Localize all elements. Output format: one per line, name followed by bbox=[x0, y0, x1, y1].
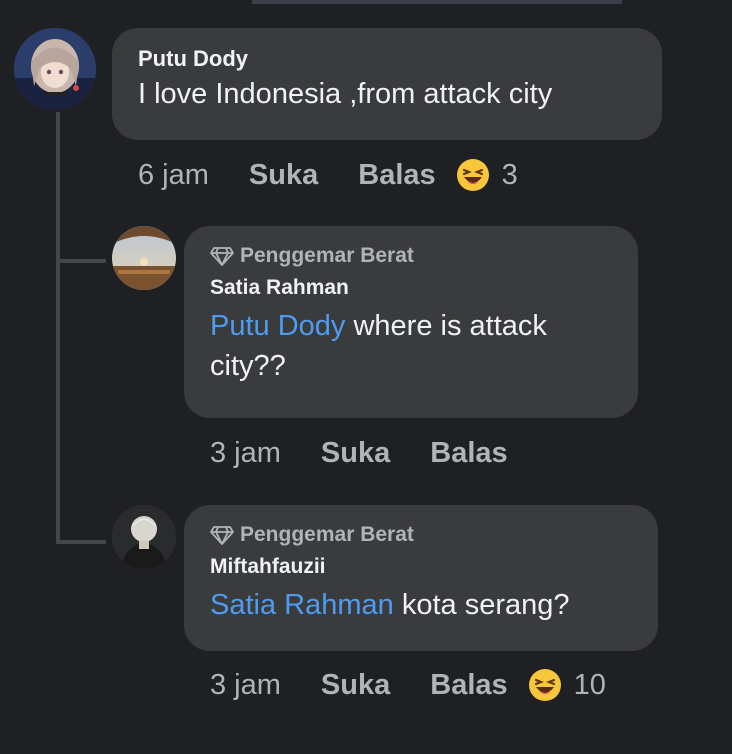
reaction-summary[interactable]: 10 bbox=[528, 668, 606, 702]
reply-text: Putu Dody where is attack city?? bbox=[210, 306, 612, 386]
reply-bubble: Penggemar Berat Miftahfauzii Satia Rahma… bbox=[184, 505, 658, 651]
reply-message: kota serang? bbox=[393, 589, 570, 621]
fan-badge: Penggemar Berat bbox=[210, 244, 612, 268]
reply-bubble: Penggemar Berat Satia Rahman Putu Dody w… bbox=[184, 226, 638, 418]
avatar[interactable] bbox=[14, 28, 96, 110]
laughing-emoji-icon bbox=[528, 669, 561, 701]
reply-actions: 3 jam Suka Balas bbox=[210, 437, 508, 470]
reaction-summary[interactable]: 3 bbox=[456, 158, 518, 192]
reaction-count: 10 bbox=[573, 668, 606, 701]
person-avatar-icon bbox=[112, 505, 176, 569]
avatar[interactable] bbox=[112, 226, 176, 290]
comment-thread: Putu Dody I love Indonesia ,from attack … bbox=[0, 0, 732, 754]
comment-bubble: Putu Dody I love Indonesia ,from attack … bbox=[112, 28, 662, 140]
avatar[interactable] bbox=[112, 505, 176, 569]
reply-author[interactable]: Satia Rahman bbox=[210, 276, 612, 300]
mention-link[interactable]: Satia Rahman bbox=[210, 589, 394, 621]
diamond-icon bbox=[210, 526, 234, 545]
top-divider bbox=[252, 0, 622, 4]
reply-button[interactable]: Balas bbox=[430, 437, 507, 470]
reply-text: Satia Rahman kota serang? bbox=[210, 585, 632, 625]
diamond-icon bbox=[210, 247, 234, 266]
mention-link[interactable]: Putu Dody bbox=[210, 310, 345, 342]
thread-branch bbox=[56, 540, 106, 544]
comment-timestamp[interactable]: 6 jam bbox=[138, 159, 209, 192]
thread-line bbox=[56, 112, 60, 544]
reply-timestamp[interactable]: 3 jam bbox=[210, 669, 281, 702]
laughing-emoji-icon bbox=[456, 159, 489, 191]
comment-actions: 6 jam Suka Balas 3 bbox=[138, 158, 518, 192]
badge-label: Penggemar Berat bbox=[240, 244, 414, 267]
badge-label: Penggemar Berat bbox=[240, 523, 414, 546]
thread-branch bbox=[56, 259, 106, 263]
like-button[interactable]: Suka bbox=[321, 437, 390, 470]
like-button[interactable]: Suka bbox=[249, 159, 318, 192]
reply-timestamp[interactable]: 3 jam bbox=[210, 437, 281, 470]
reply-button[interactable]: Balas bbox=[358, 159, 435, 192]
fan-badge: Penggemar Berat bbox=[210, 523, 632, 547]
reaction-count: 3 bbox=[501, 158, 518, 191]
reply-author[interactable]: Miftahfauzii bbox=[210, 555, 632, 579]
comment-text: I love Indonesia ,from attack city bbox=[138, 78, 553, 110]
comment-author[interactable]: Putu Dody bbox=[138, 46, 636, 72]
reply-actions: 3 jam Suka Balas 10 bbox=[210, 668, 606, 702]
landscape-avatar-icon bbox=[112, 226, 176, 290]
reply-button[interactable]: Balas bbox=[430, 669, 507, 702]
like-button[interactable]: Suka bbox=[321, 669, 390, 702]
anime-avatar-icon bbox=[14, 28, 96, 110]
